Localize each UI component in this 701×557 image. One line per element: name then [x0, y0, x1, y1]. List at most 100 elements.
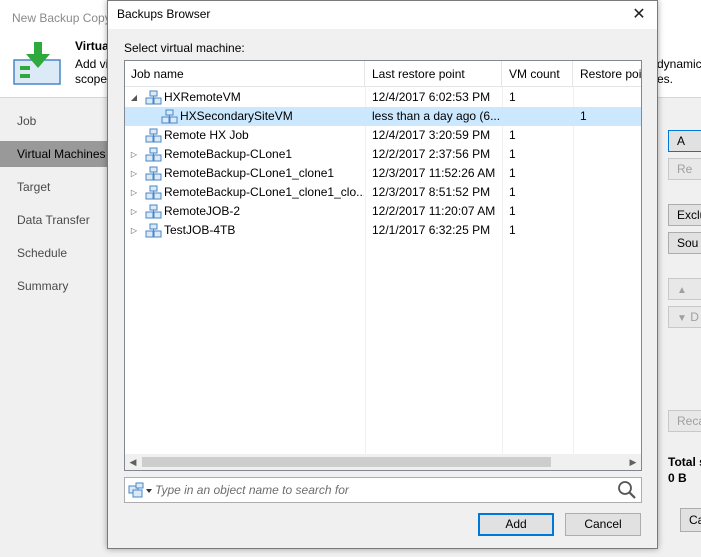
wizard-header-text-right-2: es. — [657, 72, 674, 86]
download-vm-icon — [13, 42, 61, 85]
backups-browser-dialog: Backups Browser ✕ Select virtual machine… — [107, 0, 658, 549]
table-row[interactable]: ▷ RemoteBackup-CLone1_clone1_clo... 12/3/2… — [125, 183, 641, 202]
expand-arrow-icon[interactable]: ▷ — [129, 221, 139, 240]
table-row[interactable]: HXSecondarySiteVM less than a day ago (6.… — [125, 107, 641, 126]
vm-group-icon — [145, 90, 162, 105]
wizard-header-title: Virtua — [75, 39, 109, 53]
nav-step-target[interactable]: Target — [0, 174, 108, 200]
cell-last-restore-point: 12/3/2017 8:51:52 PM — [372, 185, 491, 199]
cell-last-restore-point: 12/4/2017 3:20:59 PM — [372, 128, 491, 142]
table-row[interactable]: ▷ RemoteBackup-CLone1 12/2/2017 2:37:56 PM… — [125, 145, 641, 164]
arrow-down-icon: ▼ — [677, 313, 687, 324]
dialog-titlebar: Backups Browser ✕ — [108, 1, 657, 29]
cell-job-name: RemoteJOB-2 — [164, 204, 241, 218]
wizard-exclusions-button[interactable]: Exclu — [668, 204, 701, 226]
vm-group-icon — [145, 128, 162, 143]
arrow-up-icon: ▲ — [677, 285, 687, 296]
cell-restore-points — [580, 88, 638, 107]
search-box — [124, 477, 642, 503]
cell-vm-count: 1 — [509, 223, 516, 237]
cell-job-name: Remote HX Job — [164, 128, 249, 142]
expand-arrow-icon[interactable]: ▷ — [129, 145, 139, 164]
cell-last-restore-point: 12/1/2017 6:32:25 PM — [372, 223, 491, 237]
add-button[interactable]: Add — [478, 513, 554, 536]
nav-step-schedule[interactable]: Schedule — [0, 240, 108, 266]
wizard-header-description: Add vi — [75, 57, 109, 71]
cell-restore-points — [580, 221, 638, 240]
cell-vm-count: 1 — [509, 166, 516, 180]
vm-scope-dropdown-icon[interactable] — [128, 481, 154, 499]
vm-group-icon — [145, 204, 162, 219]
vm-group-icon — [145, 223, 162, 238]
expand-arrow-icon[interactable]: ▷ — [129, 183, 139, 202]
wizard-recalculate-button[interactable]: Reca — [668, 410, 701, 432]
scroll-right-icon[interactable]: ▶ — [625, 454, 641, 470]
nav-step-data-transfer[interactable]: Data Transfer — [0, 207, 108, 233]
cell-job-name: RemoteBackup-CLone1_clone1 — [164, 166, 335, 180]
cell-vm-count: 1 — [509, 147, 516, 161]
nav-step-summary[interactable]: Summary — [0, 273, 108, 299]
cell-restore-points — [580, 126, 638, 145]
nav-step-job[interactable]: Job — [0, 108, 108, 134]
expand-arrow-icon[interactable]: ▷ — [129, 202, 139, 221]
select-vm-label: Select virtual machine: — [124, 41, 245, 55]
cell-restore-points — [580, 164, 638, 183]
vm-group-icon — [145, 185, 162, 200]
cell-last-restore-point: 12/4/2017 6:02:53 PM — [372, 90, 491, 104]
cell-restore-points — [580, 202, 638, 221]
cell-last-restore-point: less than a day ago (6... — [372, 109, 500, 123]
column-last-restore-point[interactable]: Last restore point — [366, 61, 502, 87]
cell-last-restore-point: 12/3/2017 11:52:26 AM — [372, 166, 496, 180]
wizard-cancel-button[interactable]: Ca — [680, 508, 701, 532]
cell-job-name: RemoteBackup-CLone1_clone1_clo... — [164, 185, 364, 199]
column-restore-points[interactable]: Restore poi — [574, 61, 641, 87]
column-vm-count[interactable]: VM count — [503, 61, 573, 87]
table-row[interactable]: ◢ HXRemoteVM 12/4/2017 6:02:53 PM 1 — [125, 88, 641, 107]
vm-group-icon — [145, 166, 162, 181]
wizard-move-up-button[interactable]: ▲ — [668, 278, 701, 300]
scroll-left-icon[interactable]: ◀ — [125, 454, 141, 470]
close-icon[interactable]: ✕ — [625, 4, 653, 26]
wizard-source-button[interactable]: Sou — [668, 232, 701, 254]
search-input[interactable] — [155, 480, 610, 500]
dialog-title: Backups Browser — [117, 7, 211, 21]
cell-job-name: TestJOB-4TB — [164, 223, 236, 237]
cell-last-restore-point: 12/2/2017 11:20:07 AM — [372, 204, 496, 218]
wizard-header-text-right: dynamic — [657, 57, 701, 71]
expand-arrow-icon[interactable]: ▷ — [129, 164, 139, 183]
wizard-add-button[interactable]: A — [668, 130, 701, 152]
cell-job-name: RemoteBackup-CLone1 — [164, 147, 293, 161]
search-icon[interactable] — [616, 480, 638, 500]
cell-restore-points — [580, 145, 638, 164]
table-row[interactable]: ▷ RemoteBackup-CLone1_clone1 12/3/2017 11:… — [125, 164, 641, 183]
horizontal-scrollbar[interactable]: ◀ ▶ — [125, 454, 641, 470]
cell-restore-points — [580, 183, 638, 202]
cell-vm-count: 1 — [509, 185, 516, 199]
wizard-remove-button[interactable]: Re — [668, 158, 701, 180]
column-job-name[interactable]: Job name — [125, 61, 365, 87]
cell-vm-count: 1 — [509, 204, 516, 218]
wizard-total-size-value: 0 B — [668, 471, 687, 485]
cell-vm-count — [509, 107, 569, 126]
cell-vm-count: 1 — [509, 90, 516, 104]
table-row[interactable]: Remote HX Job 12/4/2017 3:20:59 PM 1 — [125, 126, 641, 145]
cell-last-restore-point: 12/2/2017 2:37:56 PM — [372, 147, 491, 161]
wizard-total-size-label: Total s — [668, 455, 701, 469]
vm-group-icon — [145, 147, 162, 162]
backups-tree-grid[interactable]: Job name Last restore point VM count Res… — [124, 60, 642, 471]
wizard-header-description-2: scope. — [75, 72, 111, 86]
wizard-move-down-button[interactable]: ▼ D — [668, 306, 701, 328]
table-row[interactable]: ▷ RemoteJOB-2 12/2/2017 11:20:07 AM 1 — [125, 202, 641, 221]
table-row[interactable]: ▷ TestJOB-4TB 12/1/2017 6:32:25 PM 1 — [125, 221, 641, 240]
nav-step-virtual-machines[interactable]: Virtual Machines — [0, 141, 108, 167]
wizard-title: New Backup Copy — [12, 11, 111, 25]
grid-header: Job name Last restore point VM count Res… — [125, 61, 641, 87]
collapse-arrow-icon[interactable]: ◢ — [129, 88, 139, 107]
vm-group-icon — [161, 109, 178, 124]
cell-vm-count: 1 — [509, 128, 516, 142]
scrollbar-thumb[interactable] — [142, 457, 551, 467]
cell-restore-points: 1 — [580, 109, 587, 123]
cell-job-name: HXRemoteVM — [164, 90, 241, 104]
cancel-button[interactable]: Cancel — [565, 513, 641, 536]
wizard-move-down-label: D — [690, 310, 699, 324]
